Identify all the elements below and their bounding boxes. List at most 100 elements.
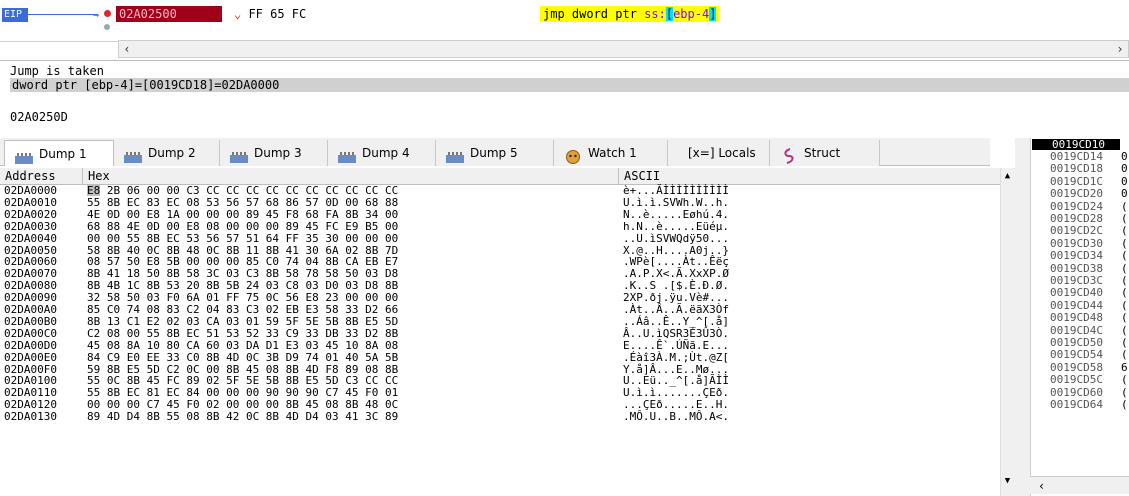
stack-row-address[interactable]: 0019CD30 xyxy=(1050,237,1103,250)
stack-row-address[interactable]: 0019CD44 xyxy=(1050,299,1103,312)
tab-dump-1[interactable]: Dump 1 xyxy=(4,140,114,166)
row-ascii[interactable]: U.ì.ì.......ÇEð. xyxy=(623,387,729,399)
pane-splitter[interactable] xyxy=(1015,138,1030,496)
stack-row-value[interactable]: 0 xyxy=(1121,151,1128,163)
stack-row-value[interactable]: ( xyxy=(1121,225,1128,237)
stack-row-address[interactable]: 0019CD14 xyxy=(1050,151,1103,163)
tab-struct[interactable]: Struct xyxy=(770,140,880,166)
scroll-right-icon[interactable]: › xyxy=(1113,40,1127,58)
stack-row-value[interactable]: ( xyxy=(1121,386,1128,399)
stack-row-value[interactable]: ( xyxy=(1121,399,1128,411)
stack-row-address[interactable]: 0019CD20 xyxy=(1050,188,1103,200)
row-ascii[interactable]: .WPè[....Àt..Êëç xyxy=(623,256,729,268)
stack-horizontal-scrollbar[interactable]: ‹ xyxy=(1030,476,1129,494)
row-hex[interactable]: 4E 0D 00 E8 1A 00 00 00 89 45 F8 68 FA 8… xyxy=(87,209,398,221)
row-ascii[interactable]: Y.å]Â...E..Mø... xyxy=(623,363,729,376)
row-ascii[interactable]: .Éàî3À.M.;Ùt.@Z[ xyxy=(623,352,729,364)
stack-row-value[interactable]: ( xyxy=(1121,200,1128,213)
row-hex[interactable]: 08 57 50 E8 5B 00 00 00 85 C0 74 04 8B C… xyxy=(87,256,398,268)
breakpoint-icon[interactable] xyxy=(104,10,111,17)
stack-row-address[interactable]: 0019CD2C xyxy=(1050,225,1103,237)
row-hex[interactable]: 45 08 8A 10 80 CA 60 03 DA D1 E3 03 45 1… xyxy=(87,340,398,352)
stack-row-value[interactable]: ( xyxy=(1121,275,1128,287)
stack-row-address[interactable]: 0019CD60 xyxy=(1050,386,1103,399)
row-hex[interactable]: 59 8B E5 5D C2 0C 00 8B 45 08 8B 4D F8 8… xyxy=(87,363,398,376)
tab-dump-3[interactable]: Dump 3 xyxy=(220,140,328,166)
scroll-down-icon[interactable]: ▼ xyxy=(1000,476,1015,486)
stack-row-value[interactable]: ( xyxy=(1121,287,1128,299)
row-hex[interactable]: 8B 13 C1 E2 02 03 CA 03 01 59 5F 5E 5B 8… xyxy=(87,316,398,328)
stack-row-address[interactable]: 0019CD50 xyxy=(1050,337,1103,349)
instruction-text[interactable]: jmp dword ptr ss:[ebp-4] xyxy=(540,6,720,22)
row-ascii[interactable]: ..U.ìSVWQdÿ50... xyxy=(623,233,729,245)
row-hex[interactable]: 84 C9 E0 EE 33 C0 8B 4D 0C 3B D9 74 01 4… xyxy=(87,352,398,364)
row-hex[interactable]: E8 2B 06 00 00 C3 CC CC CC CC CC CC CC C… xyxy=(87,185,398,197)
stack-row-address[interactable]: 0019CD3C xyxy=(1050,275,1103,287)
row-ascii[interactable]: E....Ê`.ÚÑã.E... xyxy=(623,340,729,352)
stack-row-value[interactable]: 0 xyxy=(1121,188,1128,200)
stack-row-address[interactable]: 0019CD48 xyxy=(1050,312,1103,324)
row-hex[interactable]: 58 8B 40 0C 8B 48 0C 8B 11 8B 41 30 6A 0… xyxy=(87,244,398,257)
row-ascii[interactable]: N..è.....Eøhú.4. xyxy=(623,209,729,221)
stack-row-address[interactable]: 0019CD24 xyxy=(1050,200,1103,213)
tab-locals[interactable]: [x=] Locals xyxy=(668,140,770,166)
row-ascii[interactable]: Â..U.ìQSR3É3Û3Ò. xyxy=(623,328,729,340)
stack-row-value[interactable]: ( xyxy=(1121,349,1128,361)
stack-row-value[interactable]: ( xyxy=(1121,312,1128,324)
stack-row-address[interactable]: 0019CD54 xyxy=(1050,349,1103,361)
row-ascii[interactable]: ...ÇEð.....E..H. xyxy=(623,399,729,411)
stack-row-value[interactable]: 0 xyxy=(1121,163,1128,175)
row-hex[interactable]: 00 00 55 8B EC 53 56 57 51 64 FF 35 30 0… xyxy=(87,233,398,245)
current-address[interactable]: 02A02500 xyxy=(116,6,222,22)
line-marker-icon[interactable] xyxy=(104,24,110,30)
stack-row-address[interactable]: 0019CD28 xyxy=(1050,213,1103,225)
stack-row-address[interactable]: 0019CD40 xyxy=(1050,287,1103,299)
stack-row-value[interactable]: ( xyxy=(1121,324,1128,337)
stack-row-address[interactable]: 0019CD1C xyxy=(1050,175,1103,188)
stack-row-address[interactable]: 0019CD5C xyxy=(1050,374,1103,386)
row-ascii[interactable]: .A.P.X<.Ã.XxXP.Ø xyxy=(623,268,729,280)
row-hex[interactable]: 32 58 50 03 F0 6A 01 FF 75 0C 56 E8 23 0… xyxy=(87,292,398,304)
row-ascii[interactable]: ..Áâ..Ê..Y_^[.å] xyxy=(623,316,729,328)
row-ascii[interactable]: h.N..è.....Eüéµ. xyxy=(623,221,729,233)
stack-row-address[interactable]: 0019CD4C xyxy=(1050,324,1103,337)
stack-row-value[interactable]: ( xyxy=(1121,299,1128,312)
row-ascii[interactable]: X.@..H....A0j..} xyxy=(623,244,729,257)
row-ascii[interactable]: U.ì.ì.SVWh.W..h. xyxy=(623,197,729,209)
stack-row-value[interactable]: 6 xyxy=(1121,361,1128,374)
stack-current-address[interactable]: 0019CD10 xyxy=(1032,139,1120,150)
tab-dump-5[interactable]: Dump 5 xyxy=(436,140,554,166)
stack-row-address[interactable]: 0019CD64 xyxy=(1050,399,1103,411)
row-hex[interactable]: C2 08 00 55 8B EC 51 53 52 33 C9 33 DB 3… xyxy=(87,328,398,340)
scroll-up-icon[interactable]: ▲ xyxy=(1000,171,1015,181)
row-hex[interactable]: 55 8B EC 83 EC 08 53 56 57 68 86 57 0D 0… xyxy=(87,197,398,209)
row-ascii[interactable]: 2XP.ðj.ÿu.Vè#... xyxy=(623,292,729,304)
stack-row-value[interactable]: 0 xyxy=(1121,175,1128,188)
dump-vertical-scrollbar[interactable] xyxy=(1000,168,1015,496)
stack-row-value[interactable]: ( xyxy=(1121,250,1128,262)
tab-dump-4[interactable]: Dump 4 xyxy=(328,140,436,166)
row-hex[interactable]: 89 4D D4 8B 55 08 8B 42 0C 8B 4D D4 03 4… xyxy=(87,411,398,423)
stack-row-address[interactable]: 0019CD18 xyxy=(1050,163,1103,175)
row-hex[interactable]: 68 88 4E 0D 00 E8 08 00 00 00 89 45 FC E… xyxy=(87,221,398,233)
row-ascii[interactable]: .K..S .[$.È.Ð.Ø. xyxy=(623,280,729,292)
row-ascii[interactable]: è+...ÃÌÌÌÌÌÌÌÌÌÌ xyxy=(623,185,729,197)
stack-row-address[interactable]: 0019CD58 xyxy=(1050,361,1103,374)
row-hex[interactable]: 55 8B EC 81 EC 84 00 00 00 90 90 90 C7 4… xyxy=(87,387,398,399)
row-hex[interactable]: 55 0C 8B 45 FC 89 02 5F 5E 5B 8B E5 5D C… xyxy=(87,375,398,387)
tab-dump-2[interactable]: Dump 2 xyxy=(114,140,220,166)
stack-row-value[interactable]: ( xyxy=(1121,213,1128,225)
column-hex[interactable]: Hex xyxy=(83,168,619,185)
disasm-horizontal-scrollbar[interactable] xyxy=(118,40,1129,58)
stack-row-value[interactable]: ( xyxy=(1121,374,1128,386)
stack-row-value[interactable]: ( xyxy=(1121,237,1128,250)
row-ascii[interactable]: .Àt..Â..Ã.ëãX3Òf xyxy=(623,304,729,316)
column-address[interactable]: Address xyxy=(0,168,83,185)
scroll-left-icon[interactable]: ‹ xyxy=(120,40,134,58)
row-hex[interactable]: 85 C0 74 08 83 C2 04 83 C3 02 EB E3 58 3… xyxy=(87,304,398,316)
stack-row-address[interactable]: 0019CD38 xyxy=(1050,262,1103,275)
column-ascii[interactable]: ASCII xyxy=(619,168,1000,185)
tab-watch-1[interactable]: Watch 1 xyxy=(554,140,668,166)
stack-row-value[interactable]: ( xyxy=(1121,262,1128,275)
row-hex[interactable]: 8B 4B 1C 8B 53 20 8B 5B 24 03 C8 03 D0 0… xyxy=(87,280,398,292)
